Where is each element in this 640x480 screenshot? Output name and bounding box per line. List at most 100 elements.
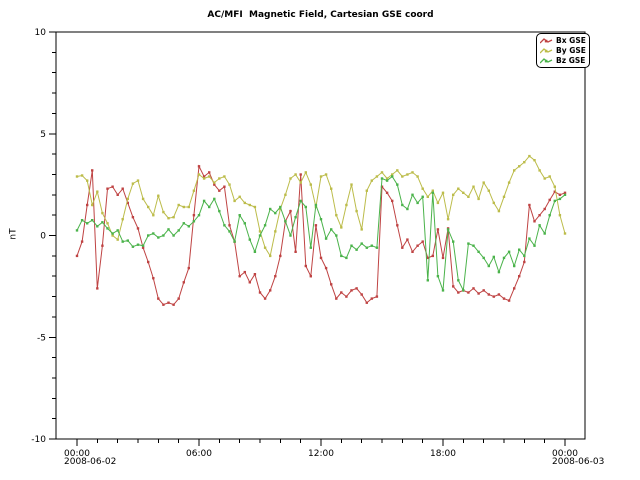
series-marker bbox=[340, 291, 342, 293]
series-marker bbox=[254, 273, 256, 275]
series-marker bbox=[132, 216, 134, 218]
series-marker bbox=[386, 192, 388, 194]
series-marker bbox=[523, 261, 525, 263]
series-marker bbox=[422, 240, 424, 242]
series-marker bbox=[96, 191, 98, 193]
y-tick-label: 0 bbox=[40, 232, 46, 242]
series-marker bbox=[188, 225, 190, 227]
series-marker bbox=[355, 287, 357, 289]
series-marker bbox=[101, 212, 103, 214]
series-marker bbox=[193, 190, 195, 192]
series-marker bbox=[127, 239, 129, 241]
series-marker bbox=[493, 295, 495, 297]
series-marker bbox=[483, 257, 485, 259]
series-marker bbox=[259, 291, 261, 293]
series-marker bbox=[528, 204, 530, 206]
series-marker bbox=[549, 175, 551, 177]
series-marker bbox=[391, 175, 393, 177]
series-marker bbox=[249, 204, 251, 206]
series-marker bbox=[111, 232, 113, 234]
series-marker bbox=[442, 289, 444, 291]
series-marker bbox=[178, 297, 180, 299]
series-marker bbox=[508, 251, 510, 253]
series-marker bbox=[432, 255, 434, 257]
series-marker bbox=[406, 173, 408, 175]
series-marker bbox=[330, 188, 332, 190]
series-marker bbox=[188, 267, 190, 269]
series-marker bbox=[442, 192, 444, 194]
series-marker bbox=[300, 200, 302, 202]
series-marker bbox=[391, 200, 393, 202]
series-marker bbox=[559, 194, 561, 196]
legend-item-bz: Bz GSE bbox=[540, 56, 586, 65]
x-tick-label: 06:00 bbox=[186, 449, 212, 459]
series-marker bbox=[381, 171, 383, 173]
series-marker bbox=[523, 255, 525, 257]
series-marker bbox=[437, 202, 439, 204]
series-marker bbox=[447, 218, 449, 220]
series-marker bbox=[498, 210, 500, 212]
series-marker bbox=[401, 204, 403, 206]
series-marker bbox=[244, 271, 246, 273]
series-marker bbox=[533, 245, 535, 247]
series-marker bbox=[538, 224, 540, 226]
series-marker bbox=[320, 257, 322, 259]
series-marker bbox=[203, 177, 205, 179]
series-marker bbox=[300, 181, 302, 183]
series-marker bbox=[294, 216, 296, 218]
series-marker bbox=[452, 194, 454, 196]
series-marker bbox=[269, 255, 271, 257]
series-marker bbox=[117, 194, 119, 196]
series-marker bbox=[335, 214, 337, 216]
series-marker bbox=[162, 234, 164, 236]
series-marker bbox=[411, 171, 413, 173]
series-marker bbox=[483, 289, 485, 291]
series-marker bbox=[300, 173, 302, 175]
series-marker bbox=[396, 224, 398, 226]
series-marker bbox=[198, 173, 200, 175]
series-marker bbox=[244, 222, 246, 224]
x-axis-end-date: 2008-06-03 bbox=[552, 457, 604, 467]
series-marker bbox=[345, 204, 347, 206]
series-marker bbox=[218, 210, 220, 212]
series-marker bbox=[289, 177, 291, 179]
series-marker bbox=[213, 198, 215, 200]
series-marker bbox=[361, 242, 363, 244]
series-marker bbox=[355, 210, 357, 212]
series-marker bbox=[152, 232, 154, 234]
series-marker bbox=[167, 217, 169, 219]
series-marker bbox=[198, 165, 200, 167]
series-marker bbox=[381, 177, 383, 179]
series-marker bbox=[544, 232, 546, 234]
series-marker bbox=[335, 234, 337, 236]
series-marker bbox=[538, 169, 540, 171]
series-marker bbox=[325, 173, 327, 175]
series-marker bbox=[289, 234, 291, 236]
series-marker bbox=[325, 237, 327, 239]
series-marker bbox=[178, 204, 180, 206]
series-marker bbox=[132, 182, 134, 184]
series-marker bbox=[117, 229, 119, 231]
series-marker bbox=[264, 224, 266, 226]
series-marker bbox=[366, 247, 368, 249]
series-marker bbox=[416, 175, 418, 177]
series-marker bbox=[122, 240, 124, 242]
series-marker bbox=[239, 196, 241, 198]
series-marker bbox=[437, 228, 439, 230]
series-marker bbox=[310, 275, 312, 277]
series-marker bbox=[315, 204, 317, 206]
series-marker bbox=[157, 297, 159, 299]
series-marker bbox=[472, 186, 474, 188]
series-marker bbox=[355, 249, 357, 251]
series-marker bbox=[254, 251, 256, 253]
series-marker bbox=[208, 175, 210, 177]
legend-label-bz: Bz GSE bbox=[556, 56, 585, 65]
series-marker bbox=[488, 293, 490, 295]
x-tick-label: 18:00 bbox=[430, 449, 456, 459]
series-marker bbox=[350, 183, 352, 185]
series-marker bbox=[493, 256, 495, 258]
y-tick-label: 10 bbox=[35, 28, 47, 38]
series-marker bbox=[411, 251, 413, 253]
series-marker bbox=[533, 159, 535, 161]
series-marker bbox=[269, 208, 271, 210]
